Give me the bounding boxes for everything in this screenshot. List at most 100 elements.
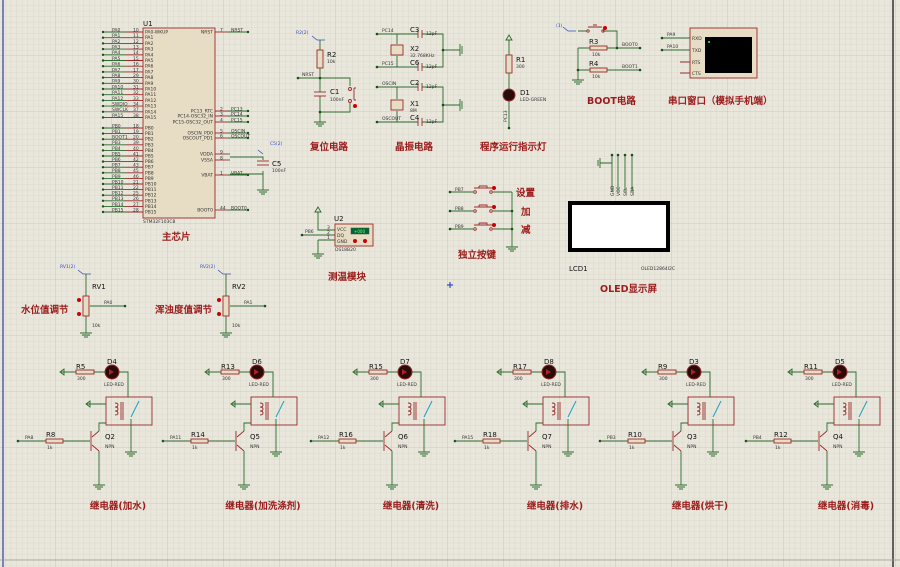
net-label: NRST (231, 27, 243, 33)
net-terminal (101, 42, 105, 45)
resistor-ref: R12 (774, 431, 788, 439)
resistor-ref: R14 (191, 431, 205, 439)
pin-number: 12 (133, 39, 139, 45)
c4-ref: C4 (410, 114, 420, 122)
oled-screen[interactable] (568, 201, 670, 252)
pin-number: 28 (133, 207, 139, 213)
resistor-ref: R11 (804, 363, 818, 371)
temp-down-button[interactable] (353, 239, 357, 243)
resistor-ref: R5 (76, 363, 85, 371)
pin-number: 17 (133, 67, 139, 73)
pin-number: 38 (133, 113, 139, 119)
pot-up-button[interactable] (217, 298, 221, 302)
section-label-serial: 串口窗口（模拟手机端） (668, 95, 773, 107)
pin-name: PA5 (145, 58, 154, 64)
schematic-canvas[interactable]: U1 STM32F103C8 PA0 10 PA0-WKUP PA1 11 PA1 PA2 1… (0, 0, 900, 567)
section-label-oled: OLED显示屏 (600, 284, 658, 295)
pin-number: 41 (133, 151, 139, 157)
section-label-relay: 继电器(排水) (527, 500, 583, 512)
net-label: PA6 (112, 62, 121, 68)
c5-value: 100nF (272, 168, 286, 174)
transistor-type: NPN (398, 444, 407, 450)
pot-down-button[interactable] (217, 312, 221, 316)
net-label: PA15 (462, 435, 473, 441)
pin-number: 6 (220, 133, 223, 139)
pin-name: PB0 (145, 126, 154, 132)
pin-num: 1 (327, 235, 330, 241)
key-label: 减 (521, 224, 531, 236)
resistor-ref: R10 (628, 431, 642, 439)
section-label-mcu: 主芯片 (162, 231, 191, 243)
probe-label: RV1(2) (60, 264, 75, 270)
d1-value: LED-GREEN (520, 97, 546, 103)
push-button[interactable] (492, 223, 496, 227)
net-terminal (101, 126, 105, 130)
net-terminal (246, 114, 250, 118)
temp-up-button[interactable] (363, 239, 367, 243)
net-terminal (101, 30, 105, 34)
net-label: VBAT (231, 170, 243, 176)
pin-number: 42 (133, 157, 139, 163)
key-label: 加 (520, 206, 531, 218)
lcd1-ref: LCD1 (569, 265, 588, 273)
pin-cts: CTS (692, 71, 701, 77)
net-terminal (101, 210, 105, 214)
net-terminal (246, 120, 250, 124)
net-label: SWDIO (112, 102, 128, 108)
section-label-relay: 继电器(加洗涤剂) (225, 500, 300, 512)
pin-name: PB10 (145, 182, 157, 188)
pin-number: 22 (133, 185, 139, 191)
pin-number: 1 (220, 170, 223, 176)
net-label: PB7 (455, 187, 464, 193)
led-value: LED-RED (397, 382, 417, 388)
net-terminal (101, 177, 105, 180)
net-label: PA12 (318, 435, 329, 441)
net-label: PA9 (112, 79, 121, 85)
u2-part: DS18B20 (335, 247, 356, 253)
net-label: PB4 (753, 435, 762, 441)
reset-button[interactable] (353, 104, 357, 108)
schematic-sheet[interactable]: U1 STM32F103C8 PA0 10 PA0-WKUPPA1 11 PA1PA2 1… (0, 0, 900, 567)
pot-down-button[interactable] (77, 312, 81, 316)
led-d1[interactable] (502, 88, 516, 102)
pin-gnd: GND (337, 239, 348, 245)
resistor-value: 1k (775, 445, 781, 451)
section-label-relay: 继电器(加水) (90, 500, 146, 512)
pin-name: PA0-WKUP (145, 30, 168, 36)
section-label-relay: 继电器(清洗) (383, 500, 439, 512)
resistor-ref: R17 (513, 363, 527, 371)
r1-ref: R1 (516, 56, 525, 64)
resistor (773, 438, 792, 444)
u2-ref: U2 (334, 215, 344, 223)
lcd1-part: OLED12864I2C (641, 266, 675, 272)
led-ref: D4 (107, 358, 117, 366)
net-terminal (101, 138, 105, 141)
pot-up-button[interactable] (77, 298, 81, 302)
boot-button[interactable] (603, 26, 607, 30)
net-terminal (101, 59, 105, 62)
pin-number: 20 (133, 135, 139, 141)
net-label: PA8 (25, 435, 34, 441)
net-terminal (101, 166, 105, 169)
pin-number: 26 (133, 196, 139, 202)
c3-value: 12pF (426, 31, 438, 37)
net-terminal (101, 116, 105, 119)
pin-name: PA3 (145, 47, 154, 53)
net-pc14: PC14 (382, 28, 394, 34)
r4-ref: R4 (589, 60, 599, 68)
net-boot1: BOOT1 (622, 64, 638, 70)
c2-ref: C2 (410, 79, 419, 87)
resistor-value: 300 (370, 376, 379, 382)
net-label: PA11 (112, 90, 123, 96)
section-label-boot: BOOT电路 (587, 95, 636, 107)
net-label: PB8 (112, 168, 121, 174)
net-label: PB4 (112, 146, 121, 152)
terminal-screen[interactable] (705, 37, 752, 73)
transistor-type: NPN (687, 444, 696, 450)
push-button[interactable] (492, 205, 496, 209)
led-value: LED-RED (541, 382, 561, 388)
r1-value: 300 (516, 64, 525, 70)
resistor-value: 1k (629, 445, 635, 451)
push-button[interactable] (492, 186, 496, 190)
transistor-ref: Q6 (398, 433, 409, 441)
